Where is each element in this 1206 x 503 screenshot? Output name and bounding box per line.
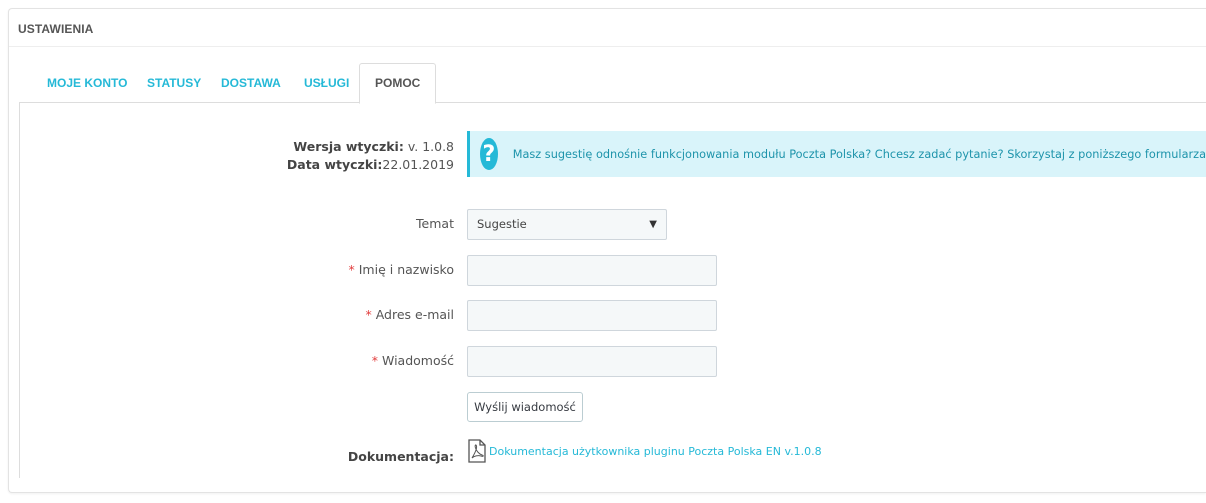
message-input[interactable]: [467, 346, 717, 377]
topic-select-value: Sugestie: [477, 217, 527, 231]
email-label-text: Adres e-mail: [375, 307, 454, 322]
version-value: v. 1.0.8: [403, 139, 454, 154]
tab-dostawa[interactable]: DOSTAWA: [221, 64, 281, 102]
required-mark: *: [371, 353, 378, 368]
pdf-icon: [468, 439, 486, 463]
caret-down-icon: ▼: [649, 219, 657, 230]
tab-bar: MOJE KONTO STATUSY DOSTAWA USŁUGI POMOC: [19, 63, 1206, 104]
settings-panel: USTAWIENIA MOJE KONTO STATUSY DOSTAWA US…: [8, 8, 1206, 493]
tab-moje-konto[interactable]: MOJE KONTO: [47, 64, 127, 102]
message-label: * Wiadomość: [372, 353, 454, 368]
name-label-text: Imię i nazwisko: [358, 262, 454, 277]
email-input[interactable]: [467, 300, 717, 331]
required-mark: *: [365, 307, 372, 322]
date-value: 22.01.2019: [382, 157, 454, 172]
email-label: * Adres e-mail: [365, 307, 454, 322]
topic-select[interactable]: Sugestie ▼: [467, 209, 667, 240]
name-input[interactable]: [467, 255, 717, 286]
topic-label: Temat: [416, 216, 454, 231]
tab-uslugi[interactable]: USŁUGI: [304, 64, 349, 102]
question-icon: ?: [480, 138, 498, 170]
help-tab-content: Wersja wtyczki: v. 1.0.8 Data wtyczki:22…: [19, 103, 1206, 478]
required-mark: *: [348, 262, 355, 277]
tab-pomoc[interactable]: POMOC: [359, 63, 437, 104]
name-label: * Imię i nazwisko: [349, 262, 454, 277]
info-alert: ? Masz sugestię odnośnie funkcjonowania …: [467, 131, 1206, 177]
documentation-link-text[interactable]: Dokumentacja użytkownika pluginu Poczta …: [489, 445, 822, 458]
panel-title: USTAWIENIA: [9, 9, 1206, 47]
message-label-text: Wiadomość: [381, 353, 454, 368]
documentation-label: Dokumentacja:: [347, 449, 454, 464]
send-message-button[interactable]: Wyślij wiadomość: [467, 392, 583, 422]
date-label: Data wtyczki:: [286, 157, 383, 172]
tab-statusy[interactable]: STATUSY: [147, 64, 201, 102]
alert-text: Masz sugestię odnośnie funkcjonowania mo…: [512, 147, 1206, 161]
plugin-info: Wersja wtyczki: v. 1.0.8 Data wtyczki:22…: [287, 138, 454, 174]
version-label: Wersja wtyczki:: [293, 139, 404, 154]
documentation-link[interactable]: Dokumentacja użytkownika pluginu Poczta …: [468, 439, 822, 463]
